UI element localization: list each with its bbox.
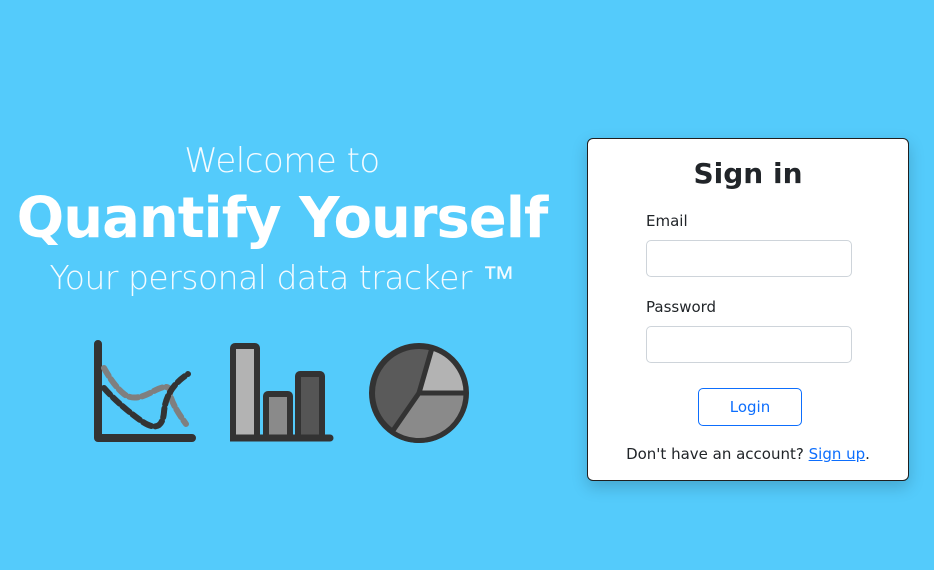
signin-card: Sign in Email Password Login Don't have … [587, 138, 909, 481]
pie-chart-icon [369, 343, 469, 444]
email-field[interactable] [646, 240, 852, 277]
email-label: Email [646, 212, 688, 230]
hero-section: Welcome to Quantify Yourself Your person… [0, 140, 564, 300]
signup-prompt: Don't have an account? Sign up. [588, 445, 908, 463]
password-label: Password [646, 298, 717, 316]
signup-suffix: . [865, 445, 870, 463]
signup-prompt-text: Don't have an account? [626, 445, 804, 463]
bar-chart-icon [230, 343, 334, 442]
icon-row [92, 340, 472, 448]
brand-title: Quantify Yourself [16, 186, 549, 251]
line-chart-icon [94, 340, 196, 442]
welcome-text: Welcome to [184, 141, 380, 181]
signin-title: Sign in [693, 157, 803, 190]
password-field[interactable] [646, 326, 852, 363]
login-button[interactable]: Login [698, 388, 802, 426]
signup-link[interactable]: Sign up [809, 445, 866, 463]
tagline-text: Your personal data tracker ™ [49, 258, 515, 297]
